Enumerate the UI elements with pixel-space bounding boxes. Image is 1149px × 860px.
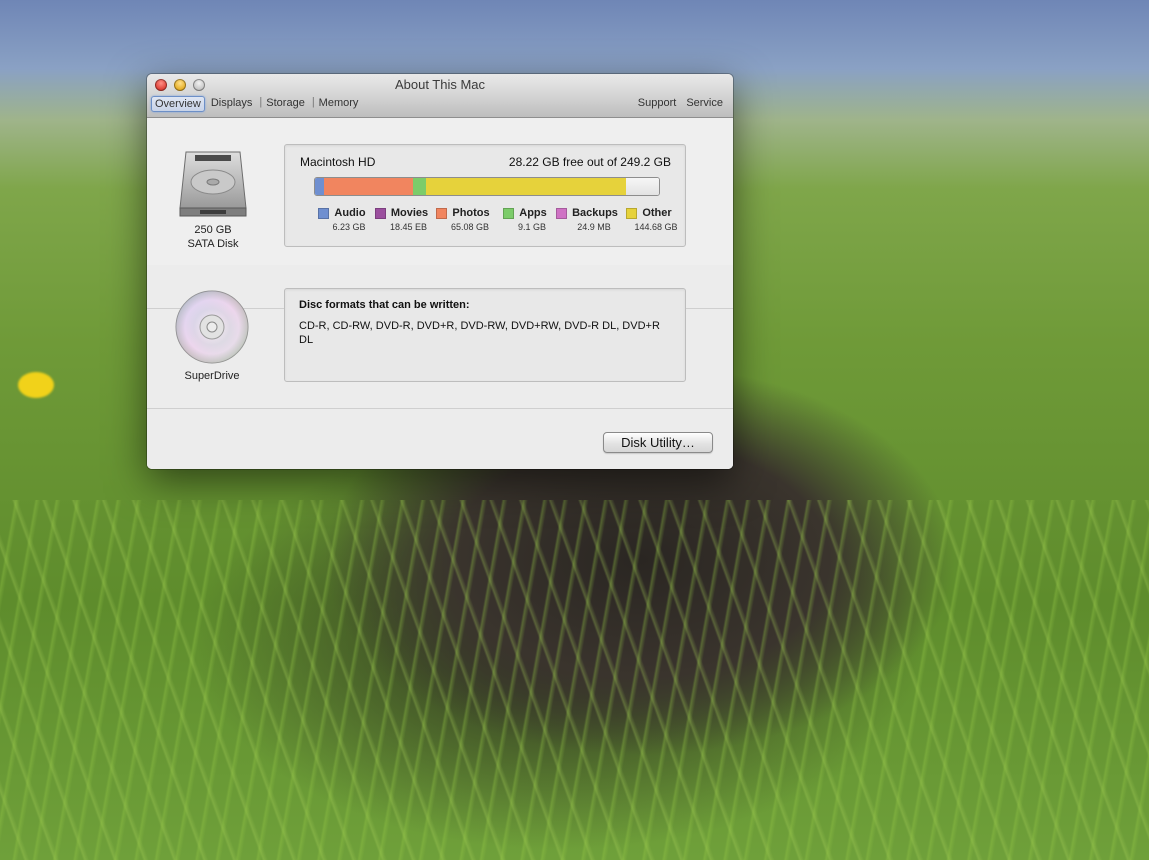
legend-label-row: Apps	[503, 207, 547, 219]
legend-swatch	[374, 207, 386, 219]
legend-label: Other	[642, 207, 672, 219]
tab-memory[interactable]: Memory	[316, 96, 362, 112]
legend-value: 144.68 GB	[634, 222, 678, 232]
legend-item-audio: Audio 6.23 GB	[313, 207, 371, 232]
legend-label: Photos	[452, 207, 490, 219]
service-link[interactable]: Service	[686, 97, 723, 109]
legend-item-movies: Movies 18.45 EB	[371, 207, 432, 232]
tab-displays[interactable]: Displays	[208, 96, 256, 112]
storage-legend: Audio 6.23 GB Movies 18.45 EB Photos 65.08 GB…	[313, 207, 680, 232]
macintosh-hd-panel: Macintosh HD 28.22 GB free out of 249.2 …	[284, 144, 686, 247]
legend-item-backups: Backups 24.9 MB	[556, 207, 618, 232]
legend-swatch	[556, 207, 568, 219]
legend-swatch	[318, 207, 330, 219]
legend-label: Apps	[519, 207, 547, 219]
volume-name: Macintosh HD	[300, 155, 376, 169]
hard-drive-icon	[179, 151, 247, 217]
legend-value: 24.9 MB	[577, 222, 611, 232]
window-title: About This Mac	[394, 77, 486, 92]
usage-segment-free	[625, 178, 659, 195]
support-link[interactable]: Support	[638, 97, 677, 109]
legend-value: 65.08 GB	[450, 222, 490, 232]
superdrive-panel: Disc formats that can be written: CD-R, …	[284, 288, 686, 382]
legend-swatch	[503, 207, 515, 219]
legend-label: Movies	[390, 207, 429, 219]
disc-formats-title: Disc formats that can be written:	[299, 299, 470, 311]
storage-content: 250 GB SATA Disk Macintosh HD 28.22 GB f…	[147, 118, 733, 469]
hard-drive-caption: 250 GB SATA Disk	[158, 223, 268, 251]
desktop-wallpaper-flower	[18, 372, 54, 398]
desktop-wallpaper-grass	[0, 500, 1149, 860]
free-space-text: 28.22 GB free out of 249.2 GB	[508, 155, 671, 169]
tab-overview[interactable]: Overview	[151, 96, 205, 112]
usage-segment-other	[425, 178, 626, 195]
usage-segment-audio	[315, 178, 324, 195]
legend-swatch	[436, 207, 448, 219]
disc-formats-list: CD-R, CD-RW, DVD-R, DVD+R, DVD-RW, DVD+R…	[299, 320, 660, 346]
legend-item-apps: Apps 9.1 GB	[494, 207, 556, 232]
legend-swatch	[626, 207, 638, 219]
legend-label: Backups	[572, 207, 618, 219]
legend-item-other: Other 144.68 GB	[618, 207, 680, 232]
titlebar: About This Mac Overview Displays | Stora…	[147, 74, 733, 118]
legend-item-photos: Photos 65.08 GB	[432, 207, 494, 232]
window-footer: Disk Utility…	[147, 408, 733, 469]
hard-drive-capacity: 250 GB	[194, 224, 232, 236]
legend-value: 6.23 GB	[332, 222, 366, 232]
legend-label-row: Movies	[374, 207, 429, 219]
tab-separator: |	[259, 96, 263, 108]
legend-label-row: Audio	[318, 207, 366, 219]
legend-value: 9.1 GB	[517, 222, 546, 232]
tab-bar: Overview Displays | Storage | Memory	[151, 96, 364, 112]
usage-segment-apps	[413, 178, 426, 195]
superdrive-disc-icon	[175, 290, 249, 364]
legend-label-row: Photos	[436, 207, 490, 219]
disk-utility-button[interactable]: Disk Utility…	[603, 432, 713, 453]
legend-label-row: Backups	[556, 207, 618, 219]
support-links: Support Service	[638, 97, 723, 109]
tab-separator: |	[311, 96, 315, 108]
tab-storage[interactable]: Storage	[263, 96, 308, 112]
storage-usage-bar	[314, 177, 660, 196]
legend-value: 18.45 EB	[389, 222, 428, 232]
superdrive-caption: SuperDrive	[184, 370, 240, 382]
usage-segment-photos	[323, 178, 414, 195]
about-this-mac-window: About This Mac Overview Displays | Stora…	[147, 74, 733, 469]
legend-label-row: Other	[626, 207, 672, 219]
hard-drive-type: SATA Disk	[187, 238, 239, 250]
legend-label: Audio	[334, 207, 366, 219]
